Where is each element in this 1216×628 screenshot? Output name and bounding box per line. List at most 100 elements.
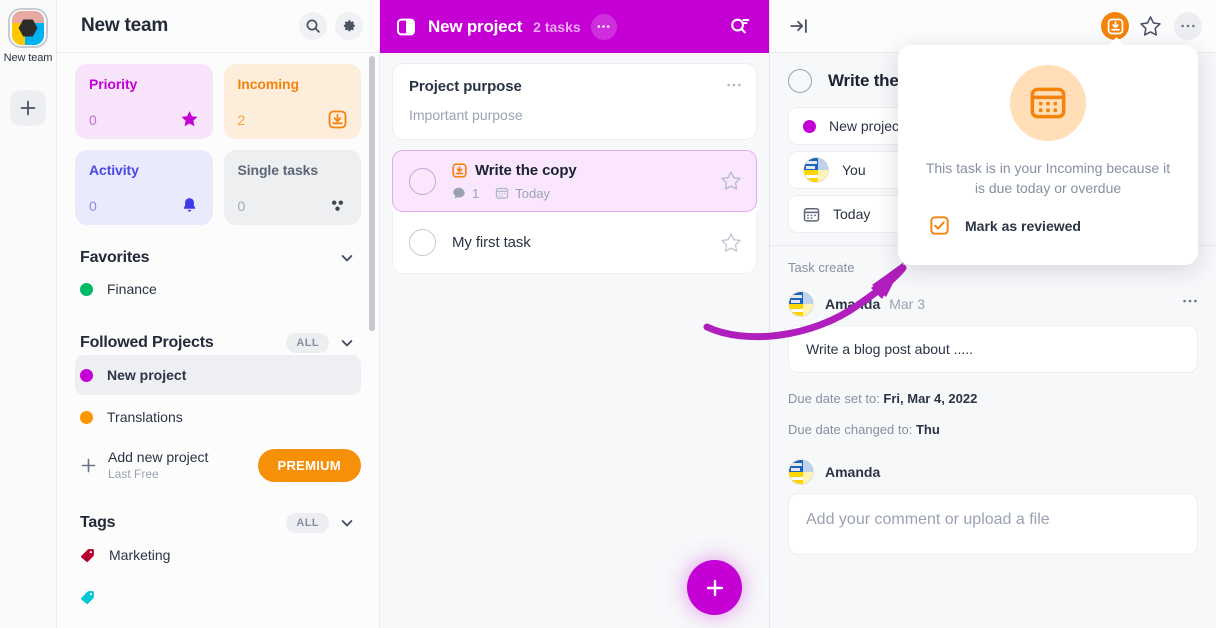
comment-input[interactable]: Add your comment or upload a file bbox=[788, 493, 1198, 555]
sidebar-item-tag-marketing[interactable]: Marketing bbox=[75, 535, 361, 575]
add-task-fab[interactable] bbox=[687, 560, 742, 615]
add-project-label: Add new project bbox=[108, 448, 209, 465]
stat-card-single-tasks[interactable]: Single tasks 0 bbox=[223, 150, 361, 225]
sidebar-item-finance[interactable]: Finance bbox=[75, 269, 361, 309]
avatar bbox=[788, 459, 814, 485]
stat-count: 0 bbox=[237, 197, 246, 214]
project-purpose-more-button[interactable] bbox=[726, 77, 742, 98]
mark-as-reviewed-label: Mark as reviewed bbox=[965, 217, 1081, 234]
plus-icon bbox=[706, 579, 723, 596]
task-complete-checkbox[interactable] bbox=[788, 69, 812, 93]
sidebar-section-tags[interactable]: Tags ALL bbox=[75, 513, 361, 533]
task-list: Write the copy 1 Today My first task bbox=[392, 150, 757, 274]
sidebar-section-followed-projects[interactable]: Followed Projects ALL bbox=[75, 333, 361, 353]
project-header: New project 2 tasks bbox=[380, 0, 769, 53]
task-row[interactable]: Write the copy 1 Today bbox=[392, 150, 757, 212]
sidebar-body: Priority 0 Incoming 2 Activity 0 Single … bbox=[57, 53, 379, 628]
star-outline-icon[interactable] bbox=[720, 170, 742, 192]
stat-count: 2 bbox=[237, 111, 246, 128]
activity-event: Due date changed to: Thu bbox=[788, 422, 1198, 437]
mark-as-reviewed-row[interactable]: Mark as reviewed bbox=[898, 198, 1198, 235]
sidebar-item-translations[interactable]: Translations bbox=[75, 397, 361, 437]
comment-header: Amanda Mar 3 bbox=[788, 291, 1198, 317]
stat-card-priority[interactable]: Priority 0 bbox=[75, 64, 213, 139]
project-column: New project 2 tasks Project purpose Impo… bbox=[380, 0, 770, 628]
inbox-down-icon bbox=[452, 162, 467, 178]
project-title: New project bbox=[428, 16, 523, 36]
stat-card-activity[interactable]: Activity 0 bbox=[75, 150, 213, 225]
chevron-down-icon[interactable] bbox=[339, 515, 355, 531]
premium-button[interactable]: PREMIUM bbox=[257, 448, 361, 482]
calendar-icon bbox=[1010, 65, 1086, 141]
task-due-date: Today bbox=[495, 186, 550, 201]
all-filter-pill[interactable]: ALL bbox=[286, 513, 329, 533]
sidebar: New team Priority 0 Incoming 2 Activity … bbox=[57, 0, 380, 628]
task-complete-checkbox[interactable] bbox=[409, 229, 436, 256]
comment-body: Write a blog post about ..... bbox=[788, 325, 1198, 373]
collapse-right-icon[interactable] bbox=[788, 15, 810, 37]
incoming-status-button[interactable] bbox=[1101, 12, 1129, 40]
comment-author: Amanda bbox=[825, 296, 881, 312]
search-button[interactable] bbox=[299, 12, 327, 40]
task-title: Write the copy bbox=[475, 161, 577, 179]
incoming-info-popup: This task is in your Incoming because it… bbox=[898, 37, 1198, 265]
sidebar-header: New team bbox=[57, 0, 379, 53]
section-title: Tags bbox=[80, 514, 116, 531]
team-rail: New team bbox=[0, 0, 57, 628]
activity-event-value: Fri, Mar 4, 2022 bbox=[883, 391, 978, 406]
sidebar-section-favorites[interactable]: Favorites bbox=[75, 249, 361, 267]
sidebar-item-tag-partial[interactable] bbox=[75, 577, 361, 617]
calendar-icon bbox=[496, 187, 509, 199]
task-row[interactable]: My first task bbox=[392, 212, 757, 274]
add-team-button[interactable] bbox=[10, 90, 46, 126]
chevron-down-icon[interactable] bbox=[339, 250, 355, 266]
project-more-button[interactable] bbox=[590, 13, 617, 40]
stat-cards: Priority 0 Incoming 2 Activity 0 Single … bbox=[75, 64, 361, 225]
calendar-icon bbox=[803, 207, 820, 222]
ellipsis-icon bbox=[727, 83, 741, 87]
favorite-star-button[interactable] bbox=[1139, 15, 1162, 38]
star-icon bbox=[180, 110, 199, 129]
stat-label: Incoming bbox=[237, 76, 300, 92]
bell-icon bbox=[180, 196, 199, 215]
inbox-down-icon bbox=[328, 110, 347, 129]
comment-more-button[interactable] bbox=[1182, 293, 1198, 314]
comment-icon bbox=[453, 187, 465, 199]
sidebar-item-label: Finance bbox=[107, 281, 157, 297]
all-filter-pill[interactable]: ALL bbox=[286, 333, 329, 353]
settings-button[interactable] bbox=[335, 12, 363, 40]
task-due-date-value: Today bbox=[515, 185, 550, 201]
project-search-filter-button[interactable] bbox=[728, 15, 751, 38]
panel-toggle-icon[interactable] bbox=[396, 17, 416, 37]
tag-icon bbox=[80, 548, 95, 563]
project-purpose-card[interactable]: Project purpose Important purpose bbox=[392, 63, 757, 140]
activity-event-prefix: Due date changed to: bbox=[788, 422, 916, 437]
task-property-value: Today bbox=[833, 206, 871, 222]
task-title: My first task bbox=[452, 234, 531, 251]
team-title: New team bbox=[81, 15, 169, 36]
search-filter-icon bbox=[731, 18, 750, 34]
task-comment-count-value: 1 bbox=[472, 185, 480, 201]
star-outline-icon bbox=[1140, 15, 1161, 36]
stat-card-incoming[interactable]: Incoming 2 bbox=[223, 64, 361, 139]
team-rail-label: New team bbox=[3, 52, 53, 64]
checkbox-checked-icon[interactable] bbox=[930, 216, 949, 235]
team-logo[interactable] bbox=[8, 8, 48, 48]
star-outline-icon[interactable] bbox=[720, 232, 742, 254]
section-title: Favorites bbox=[80, 249, 150, 266]
comment-date: Mar 3 bbox=[889, 296, 926, 312]
search-icon bbox=[306, 19, 320, 33]
composer-header: Amanda bbox=[788, 459, 1198, 485]
task-complete-checkbox[interactable] bbox=[409, 167, 436, 195]
stat-count: 0 bbox=[89, 111, 97, 128]
dots-cluster-icon bbox=[328, 196, 347, 215]
inbox-down-icon bbox=[1107, 18, 1123, 34]
team-switcher[interactable]: New team bbox=[3, 8, 53, 64]
chevron-down-icon[interactable] bbox=[339, 335, 355, 351]
sidebar-scrollbar[interactable] bbox=[369, 56, 375, 331]
project-purpose-title: Project purpose bbox=[409, 78, 522, 95]
project-dot-icon bbox=[80, 368, 93, 382]
add-new-project-row[interactable]: Add new project Last Free PREMIUM bbox=[75, 441, 361, 489]
task-more-button[interactable] bbox=[1174, 12, 1202, 40]
sidebar-item-new-project[interactable]: New project bbox=[75, 355, 361, 395]
